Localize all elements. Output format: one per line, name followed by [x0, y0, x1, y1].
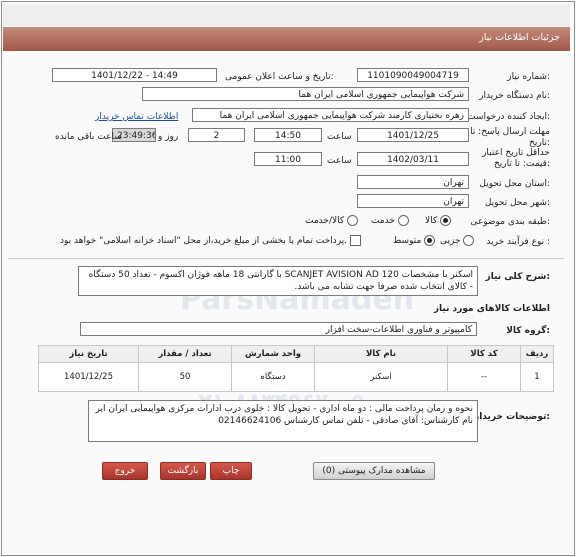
- exit-button[interactable]: خروج: [102, 462, 148, 480]
- cell-row-number: 1: [520, 362, 554, 392]
- page-title: جزئیات اطلاعات نیاز: [479, 32, 560, 43]
- deadline-label: مهلت ارسال پاسخ: تا تاریخ:: [470, 127, 550, 148]
- treasury-note: پرداخت تمام یا بخشی از مبلغ خرید،از محل …: [60, 235, 361, 246]
- category-service-label: خدمت: [371, 216, 395, 226]
- process-minor-label: جزیی: [440, 236, 461, 246]
- goods-group-label: گروه کالا:: [506, 326, 550, 336]
- process-medium-radio[interactable]: [424, 235, 436, 246]
- print-button[interactable]: چاپ: [210, 462, 252, 480]
- validity-label: حداقل تاریخ اعتبار قیمت: تا تاریخ:: [482, 148, 550, 169]
- summary-label: شرح کلی نیاز:: [485, 272, 550, 282]
- remaining-label: ساعت باقی مانده: [55, 132, 122, 142]
- category-both-label: کالا/خدمت: [305, 216, 345, 226]
- buyer-contact-link[interactable]: اطلاعات تماس خریدار: [95, 112, 178, 122]
- divider: [8, 258, 564, 259]
- cell-unit: دستگاه: [231, 362, 315, 392]
- summary-text: اسکنر با مشخصات SCANJET AVISION AD 120 ب…: [78, 266, 478, 296]
- items-table: ردیف کد کالا نام کالا واحد شمارش تعداد /…: [38, 345, 554, 392]
- buyer-notes-text: نحوه و زمان پرداخت مالی : دو ماه اداری -…: [88, 400, 478, 442]
- category-option-service[interactable]: خدمت: [371, 215, 409, 226]
- header-quantity: تعداد / مقدار: [138, 345, 232, 363]
- back-button[interactable]: بازگشت: [160, 462, 206, 480]
- announce-label: تاریخ و ساعت اعلان عمومی:: [225, 72, 334, 82]
- category-service-radio[interactable]: [397, 215, 409, 226]
- view-attachments-button[interactable]: مشاهده مدارک پیوستی (0): [313, 462, 435, 480]
- city-label: شهر محل تحویل:: [484, 198, 550, 208]
- table-header-row: ردیف کد کالا نام کالا واحد شمارش تعداد /…: [38, 345, 554, 363]
- treasury-checkbox[interactable]: [349, 235, 361, 246]
- process-option-medium[interactable]: متوسط: [393, 235, 436, 246]
- process-medium-label: متوسط: [393, 236, 422, 246]
- cell-need-date: 1401/12/25: [38, 362, 139, 392]
- header-goods-name: نام کالا: [314, 345, 448, 363]
- category-both-radio[interactable]: [347, 215, 359, 226]
- process-label: نوع فرآیند خرید :: [486, 237, 550, 247]
- need-number-label: شماره نیاز:: [507, 72, 550, 82]
- validity-date-field: 1402/03/11: [357, 152, 469, 166]
- creator-label: ایجاد کننده درخواست:: [467, 112, 550, 122]
- need-number-field: 1101090049004719: [357, 68, 469, 82]
- validity-time-label: ساعت: [327, 156, 352, 166]
- buyer-label: نام دستگاه خریدار:: [479, 91, 550, 101]
- creator-field: زهره بختیاری کارمند شرکت هواپیمایی جمهور…: [192, 108, 469, 122]
- treasury-note-text: پرداخت تمام یا بخشی از مبلغ خرید،از محل …: [60, 236, 348, 246]
- header-unit: واحد شمارش: [231, 345, 315, 363]
- category-goods-radio[interactable]: [440, 215, 452, 226]
- process-minor-radio[interactable]: [463, 235, 475, 246]
- deadline-time-label: ساعت: [327, 132, 352, 142]
- days-field: 2: [188, 128, 245, 142]
- category-label: طبقه بندی موضوعی:: [470, 217, 550, 227]
- header-row-number: ردیف: [520, 345, 554, 363]
- goods-group-field: کامپیوتر و فناوری اطلاعات-سخت افزار: [80, 322, 477, 336]
- province-label: استان محل تحویل:: [479, 179, 550, 189]
- days-label: روز و: [158, 132, 179, 142]
- top-bar: [3, 4, 570, 26]
- category-option-both[interactable]: کالا/خدمت: [305, 215, 359, 226]
- process-option-minor[interactable]: جزیی: [440, 235, 475, 246]
- deadline-time-field: 14:50: [254, 128, 322, 142]
- city-field: تهران: [357, 194, 469, 208]
- validity-time-field: 11:00: [254, 152, 322, 166]
- header-goods-code: کد کالا: [447, 345, 521, 363]
- province-field: تهران: [357, 175, 469, 189]
- announce-field: 1401/12/22 - 14:49: [52, 68, 217, 82]
- page-header: جزئیات اطلاعات نیاز: [3, 27, 570, 51]
- cell-goods-code: --: [447, 362, 521, 392]
- header-need-date: تاریخ نیاز: [38, 345, 139, 363]
- category-goods-label: کالا: [425, 216, 438, 226]
- deadline-date-field: 1401/12/25: [357, 128, 469, 142]
- cell-quantity: 50: [138, 362, 232, 392]
- goods-info-title: اطلاعات کالاهای مورد نیاز: [433, 304, 550, 314]
- buyer-notes-label: توضیحات خریدار:: [474, 412, 550, 422]
- category-option-goods[interactable]: کالا: [425, 215, 452, 226]
- buyer-field: شرکت هواپیمایی جمهوری اسلامی ایران هما: [142, 87, 469, 101]
- table-row: 1 -- اسکنر دستگاه 50 1401/12/25: [38, 362, 554, 392]
- cell-goods-name: اسکنر: [314, 362, 448, 392]
